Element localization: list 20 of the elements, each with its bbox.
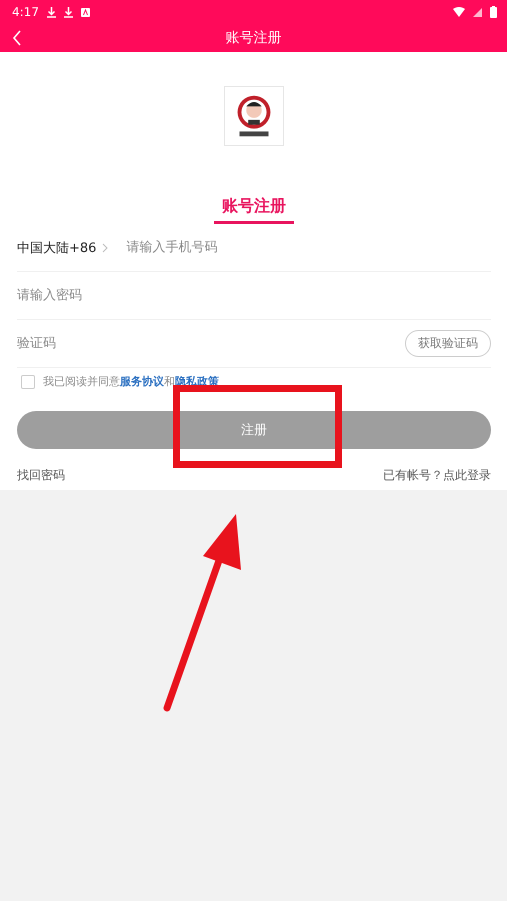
- back-icon[interactable]: [12, 30, 22, 46]
- recover-password-link[interactable]: 找回密码: [17, 467, 65, 484]
- signal-icon: [473, 8, 482, 16]
- agree-checkbox[interactable]: [21, 374, 35, 388]
- notification-icon: [80, 8, 90, 16]
- clock: 4:17: [12, 5, 39, 19]
- phone-field[interactable]: 请输入手机号码: [126, 240, 491, 255]
- download-icon: [64, 6, 73, 18]
- tab[interactable]: 账号注册: [214, 196, 294, 224]
- service-link[interactable]: 服务协议: [120, 375, 164, 388]
- battery-icon: [490, 6, 497, 18]
- get-code-button[interactable]: 获取验证码: [405, 330, 491, 357]
- region-selector[interactable]: 中国大陆+86: [17, 238, 108, 256]
- password-field[interactable]: 请输入密码: [17, 288, 491, 303]
- screen-title: 账号注册: [226, 29, 282, 47]
- chevron-icon: [102, 242, 108, 252]
- login-link[interactable]: 已有帐号？点此登录: [383, 467, 491, 484]
- wifi-icon: [453, 7, 465, 17]
- code-field[interactable]: 验证码: [17, 336, 405, 351]
- download-icon: [46, 6, 56, 18]
